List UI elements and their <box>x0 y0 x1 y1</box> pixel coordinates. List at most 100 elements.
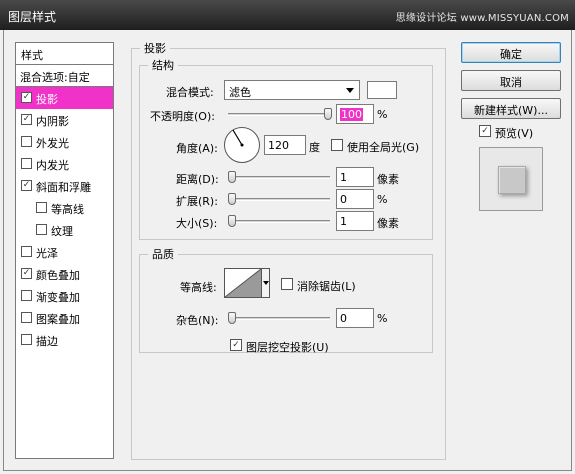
style-item[interactable]: ✓ 颜色叠加 <box>16 263 113 285</box>
cancel-button[interactable]: 取消 <box>461 70 561 91</box>
style-item-label: 等高线 <box>51 203 84 216</box>
spread-slider-thumb[interactable] <box>228 193 236 205</box>
spread-value: 0 <box>340 193 347 206</box>
noise-slider-track[interactable] <box>228 317 330 320</box>
style-item[interactable]: 纹理 <box>16 219 113 241</box>
linear-contour-icon <box>225 269 261 297</box>
distance-slider-track[interactable] <box>228 176 330 179</box>
style-preview <box>479 147 543 211</box>
opacity-input[interactable]: 100 <box>336 104 374 124</box>
opacity-value: 100 <box>340 108 363 121</box>
chevron-down-icon <box>263 281 269 285</box>
style-list: 样式 混合选项:自定 ✓ 投影 ✓ 内阴影外发光内发光 ✓ 斜面和浮雕等高线纹理光泽 ✓ 颜色… <box>15 42 114 459</box>
noise-value: 0 <box>340 312 347 325</box>
opacity-label: 不透明度(O): <box>150 110 215 123</box>
size-value: 1 <box>340 215 347 228</box>
style-item-checkbox[interactable] <box>21 334 32 345</box>
knockout-label[interactable]: 图层挖空投影(U) <box>246 339 329 355</box>
quality-title: 品质 <box>152 248 174 261</box>
blending-options-item[interactable]: 混合选项:自定 <box>16 65 113 87</box>
contour-dropdown[interactable] <box>261 268 270 298</box>
style-item[interactable]: 内发光 <box>16 153 113 175</box>
style-item[interactable]: 等高线 <box>16 197 113 219</box>
global-light-label[interactable]: 使用全局光(G) <box>347 139 419 155</box>
style-item-label: 外发光 <box>36 137 69 150</box>
style-item-checkbox[interactable] <box>21 136 32 147</box>
style-item-label: 描边 <box>36 335 58 348</box>
drop-shadow-title: 投影 <box>144 42 166 55</box>
style-item-label: 斜面和浮雕 <box>36 181 91 194</box>
quality-group: 品质 <box>139 246 433 353</box>
spread-unit: % <box>377 193 388 206</box>
distance-slider-thumb[interactable] <box>228 171 237 183</box>
preview-label[interactable]: 预览(V) <box>495 125 533 141</box>
angle-dial[interactable] <box>224 127 260 163</box>
distance-label: 距离(D): <box>176 173 219 186</box>
watermark: 思缘设计论坛 www.MISSYUAN.COM <box>395 13 569 24</box>
style-item-checkbox[interactable]: ✓ <box>21 180 32 191</box>
distance-unit: 像素 <box>377 173 399 186</box>
size-slider-track[interactable] <box>228 220 330 223</box>
angle-value: 120 <box>268 139 289 152</box>
spread-slider-track[interactable] <box>228 198 330 201</box>
opacity-slider-track[interactable] <box>228 113 330 116</box>
structure-title: 结构 <box>152 59 174 72</box>
style-list-header[interactable]: 样式 <box>16 43 113 65</box>
style-item-label: 渐变叠加 <box>36 291 80 304</box>
distance-input[interactable]: 1 <box>336 167 374 187</box>
new-style-button[interactable]: 新建样式(W)... <box>461 98 561 119</box>
style-item-checkbox[interactable] <box>21 312 32 323</box>
size-input[interactable]: 1 <box>336 211 374 231</box>
style-item-checkbox[interactable] <box>36 224 47 235</box>
chevron-down-icon <box>346 88 354 93</box>
style-item[interactable]: ✓ 投影 <box>16 87 113 109</box>
style-item[interactable]: ✓ 内阴影 <box>16 109 113 131</box>
style-item-checkbox[interactable] <box>21 290 32 301</box>
contour-label: 等高线: <box>180 281 217 294</box>
style-item[interactable]: 图案叠加 <box>16 307 113 329</box>
style-item-checkbox[interactable]: ✓ <box>21 268 32 279</box>
style-item-checkbox[interactable] <box>21 246 32 257</box>
noise-input[interactable]: 0 <box>336 308 374 328</box>
global-light-checkbox[interactable] <box>331 139 343 151</box>
style-item-checkbox[interactable]: ✓ <box>21 114 32 125</box>
opacity-slider-thumb[interactable] <box>324 108 332 120</box>
ok-button[interactable]: 确定 <box>461 42 561 63</box>
blend-mode-value: 滤色 <box>229 86 251 99</box>
dialog-body: 样式 混合选项:自定 ✓ 投影 ✓ 内阴影 外发光 内发光 ✓ 斜面和浮雕 等高线 纹理 光泽 ✓ 颜色… <box>3 30 572 471</box>
spread-input[interactable]: 0 <box>336 189 374 209</box>
style-items: ✓ 投影 ✓ 内阴影外发光内发光 ✓ 斜面和浮雕等高线纹理光泽 ✓ 颜色叠加渐变叠加图案叠加描… <box>16 87 113 351</box>
style-item-checkbox[interactable] <box>21 158 32 169</box>
style-item[interactable]: 描边 <box>16 329 113 351</box>
angle-input[interactable]: 120 <box>264 135 306 155</box>
antialias-label[interactable]: 消除锯齿(L) <box>297 278 356 294</box>
size-slider-thumb[interactable] <box>228 215 237 227</box>
style-item[interactable]: 光泽 <box>16 241 113 263</box>
shadow-color-swatch[interactable] <box>367 81 397 99</box>
angle-label: 角度(A): <box>176 142 218 155</box>
window-title: 图层样式 <box>8 10 57 24</box>
style-item-label: 图案叠加 <box>36 313 80 326</box>
noise-unit: % <box>377 312 388 325</box>
style-item-label: 纹理 <box>51 225 73 238</box>
angle-needle-icon <box>232 129 244 147</box>
layer-style-dialog: 图层样式 思缘设计论坛 www.MISSYUAN.COM 样式 混合选项:自定 … <box>0 0 575 474</box>
style-item-label: 光泽 <box>36 247 58 260</box>
style-preview-thumbnail <box>498 166 526 194</box>
size-label: 大小(S): <box>176 217 218 230</box>
style-item-checkbox[interactable] <box>36 202 47 213</box>
noise-slider-thumb[interactable] <box>228 312 236 324</box>
style-item-label: 内发光 <box>36 159 69 172</box>
knockout-checkbox[interactable]: ✓ <box>230 339 242 351</box>
antialias-checkbox[interactable] <box>281 278 293 290</box>
style-item[interactable]: 渐变叠加 <box>16 285 113 307</box>
style-item[interactable]: 外发光 <box>16 131 113 153</box>
style-item[interactable]: ✓ 斜面和浮雕 <box>16 175 113 197</box>
style-item-checkbox[interactable]: ✓ <box>21 92 32 103</box>
preview-checkbox[interactable]: ✓ <box>479 125 491 137</box>
title-bar[interactable]: 图层样式 思缘设计论坛 www.MISSYUAN.COM <box>0 0 575 30</box>
contour-preview[interactable] <box>224 268 262 298</box>
noise-label: 杂色(N): <box>176 314 219 327</box>
blend-mode-select[interactable]: 滤色 <box>224 80 360 100</box>
size-unit: 像素 <box>377 217 399 230</box>
